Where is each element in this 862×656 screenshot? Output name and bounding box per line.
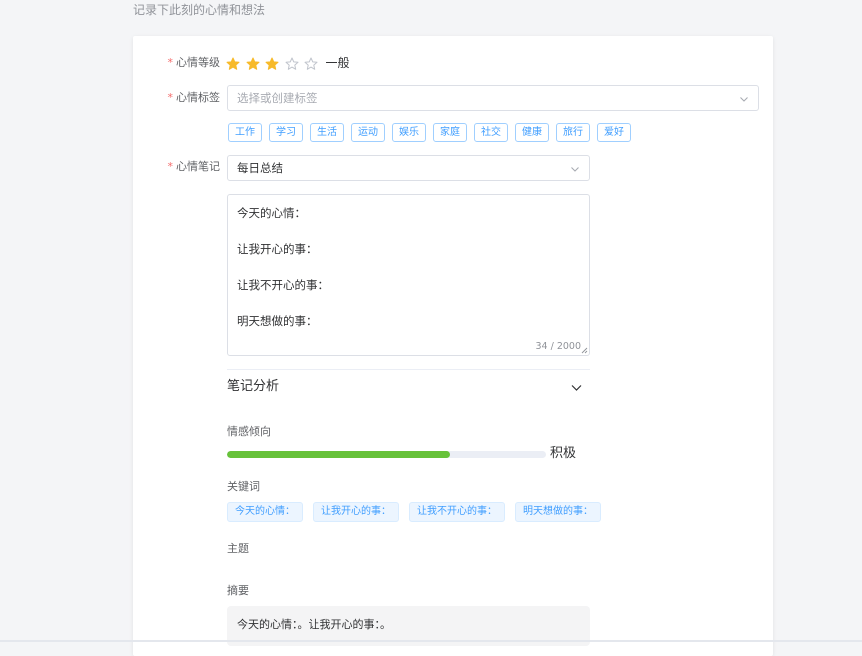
required-mark: * (167, 91, 174, 104)
note-template-select[interactable]: 每日总结 (227, 155, 590, 181)
mood-tags-select[interactable]: 选择或创建标签 (227, 85, 759, 111)
analysis-collapse-title[interactable]: 笔记分析 (227, 378, 279, 396)
tag-chip[interactable]: 工作 (228, 123, 262, 142)
keyword-tag: 让我不开心的事： (409, 502, 505, 522)
star-empty-icon[interactable] (304, 56, 318, 70)
page-subtitle: 记录下此刻的心情和想法 (133, 3, 266, 17)
mood-note-label: * 心情笔记 (168, 159, 221, 175)
required-mark: * (167, 56, 174, 69)
sentiment-progress-fill (227, 451, 451, 458)
char-count: 34 / 2000 (535, 341, 581, 352)
tag-suggestions: 工作 学习 生活 运动 娱乐 家庭 社交 健康 旅行 爱好 (228, 123, 638, 142)
sentiment-text: 积极 (550, 446, 577, 461)
star-list (226, 56, 324, 70)
summary-text: 今天的心情：。让我开心的事：。 (237, 618, 391, 631)
tag-chip[interactable]: 社交 (474, 123, 508, 142)
resize-handle-icon[interactable] (581, 347, 588, 354)
sentiment-label: 情感倾向 (227, 425, 271, 438)
required-mark: * (167, 160, 174, 173)
star-empty-icon[interactable] (285, 56, 299, 70)
note-line: 明天想做的事： (237, 314, 318, 328)
mood-tags-label-text: 心情标签 (176, 91, 220, 104)
mood-tags-placeholder: 选择或创建标签 (237, 91, 318, 105)
star-filled-icon[interactable] (265, 56, 279, 70)
note-textarea[interactable]: 今天的心情： 让我开心的事： 让我不开心的事： 明天想做的事： 34 / 2000 (227, 194, 590, 356)
chevron-down-icon (740, 97, 748, 102)
star-filled-icon[interactable] (246, 56, 260, 70)
note-template-value: 每日总结 (237, 161, 283, 175)
keyword-tag: 明天想做的事： (515, 502, 601, 522)
topic-label: 主题 (227, 542, 249, 555)
tag-chip[interactable]: 生活 (310, 123, 344, 142)
tag-chip[interactable]: 运动 (351, 123, 385, 142)
mood-level-label: * 心情等级 (168, 55, 221, 71)
keyword-list: 今天的心情： 让我开心的事： 让我不开心的事： 明天想做的事： (227, 502, 611, 522)
tag-chip[interactable]: 健康 (515, 123, 549, 142)
tag-chip[interactable]: 学习 (269, 123, 303, 142)
tag-chip[interactable]: 家庭 (433, 123, 467, 142)
keyword-tag: 让我开心的事： (313, 502, 399, 522)
keyword-tag: 今天的心情： (227, 502, 303, 522)
star-filled-icon[interactable] (226, 56, 240, 70)
mood-tags-label: * 心情标签 (168, 90, 221, 106)
note-line: 让我开心的事： (237, 242, 318, 256)
summary-label: 摘要 (227, 584, 249, 597)
mood-level-label-text: 心情等级 (176, 56, 220, 69)
tag-chip[interactable]: 爱好 (597, 123, 631, 142)
mood-note-label-text: 心情笔记 (176, 160, 220, 173)
divider (227, 369, 590, 370)
rating-text: 一般 (325, 56, 350, 70)
sentiment-progress (227, 451, 546, 458)
chevron-down-icon[interactable] (570, 381, 583, 394)
chevron-down-icon (571, 167, 579, 172)
note-content: 今天的心情： 让我开心的事： 让我不开心的事： 明天想做的事： (237, 205, 580, 349)
note-line: 今天的心情： (237, 206, 306, 220)
keywords-label: 关键词 (227, 480, 260, 493)
tag-chip[interactable]: 娱乐 (392, 123, 426, 142)
note-line: 让我不开心的事： (237, 278, 329, 292)
tag-chip[interactable]: 旅行 (556, 123, 590, 142)
mood-rating[interactable]: 一般 (226, 54, 350, 72)
